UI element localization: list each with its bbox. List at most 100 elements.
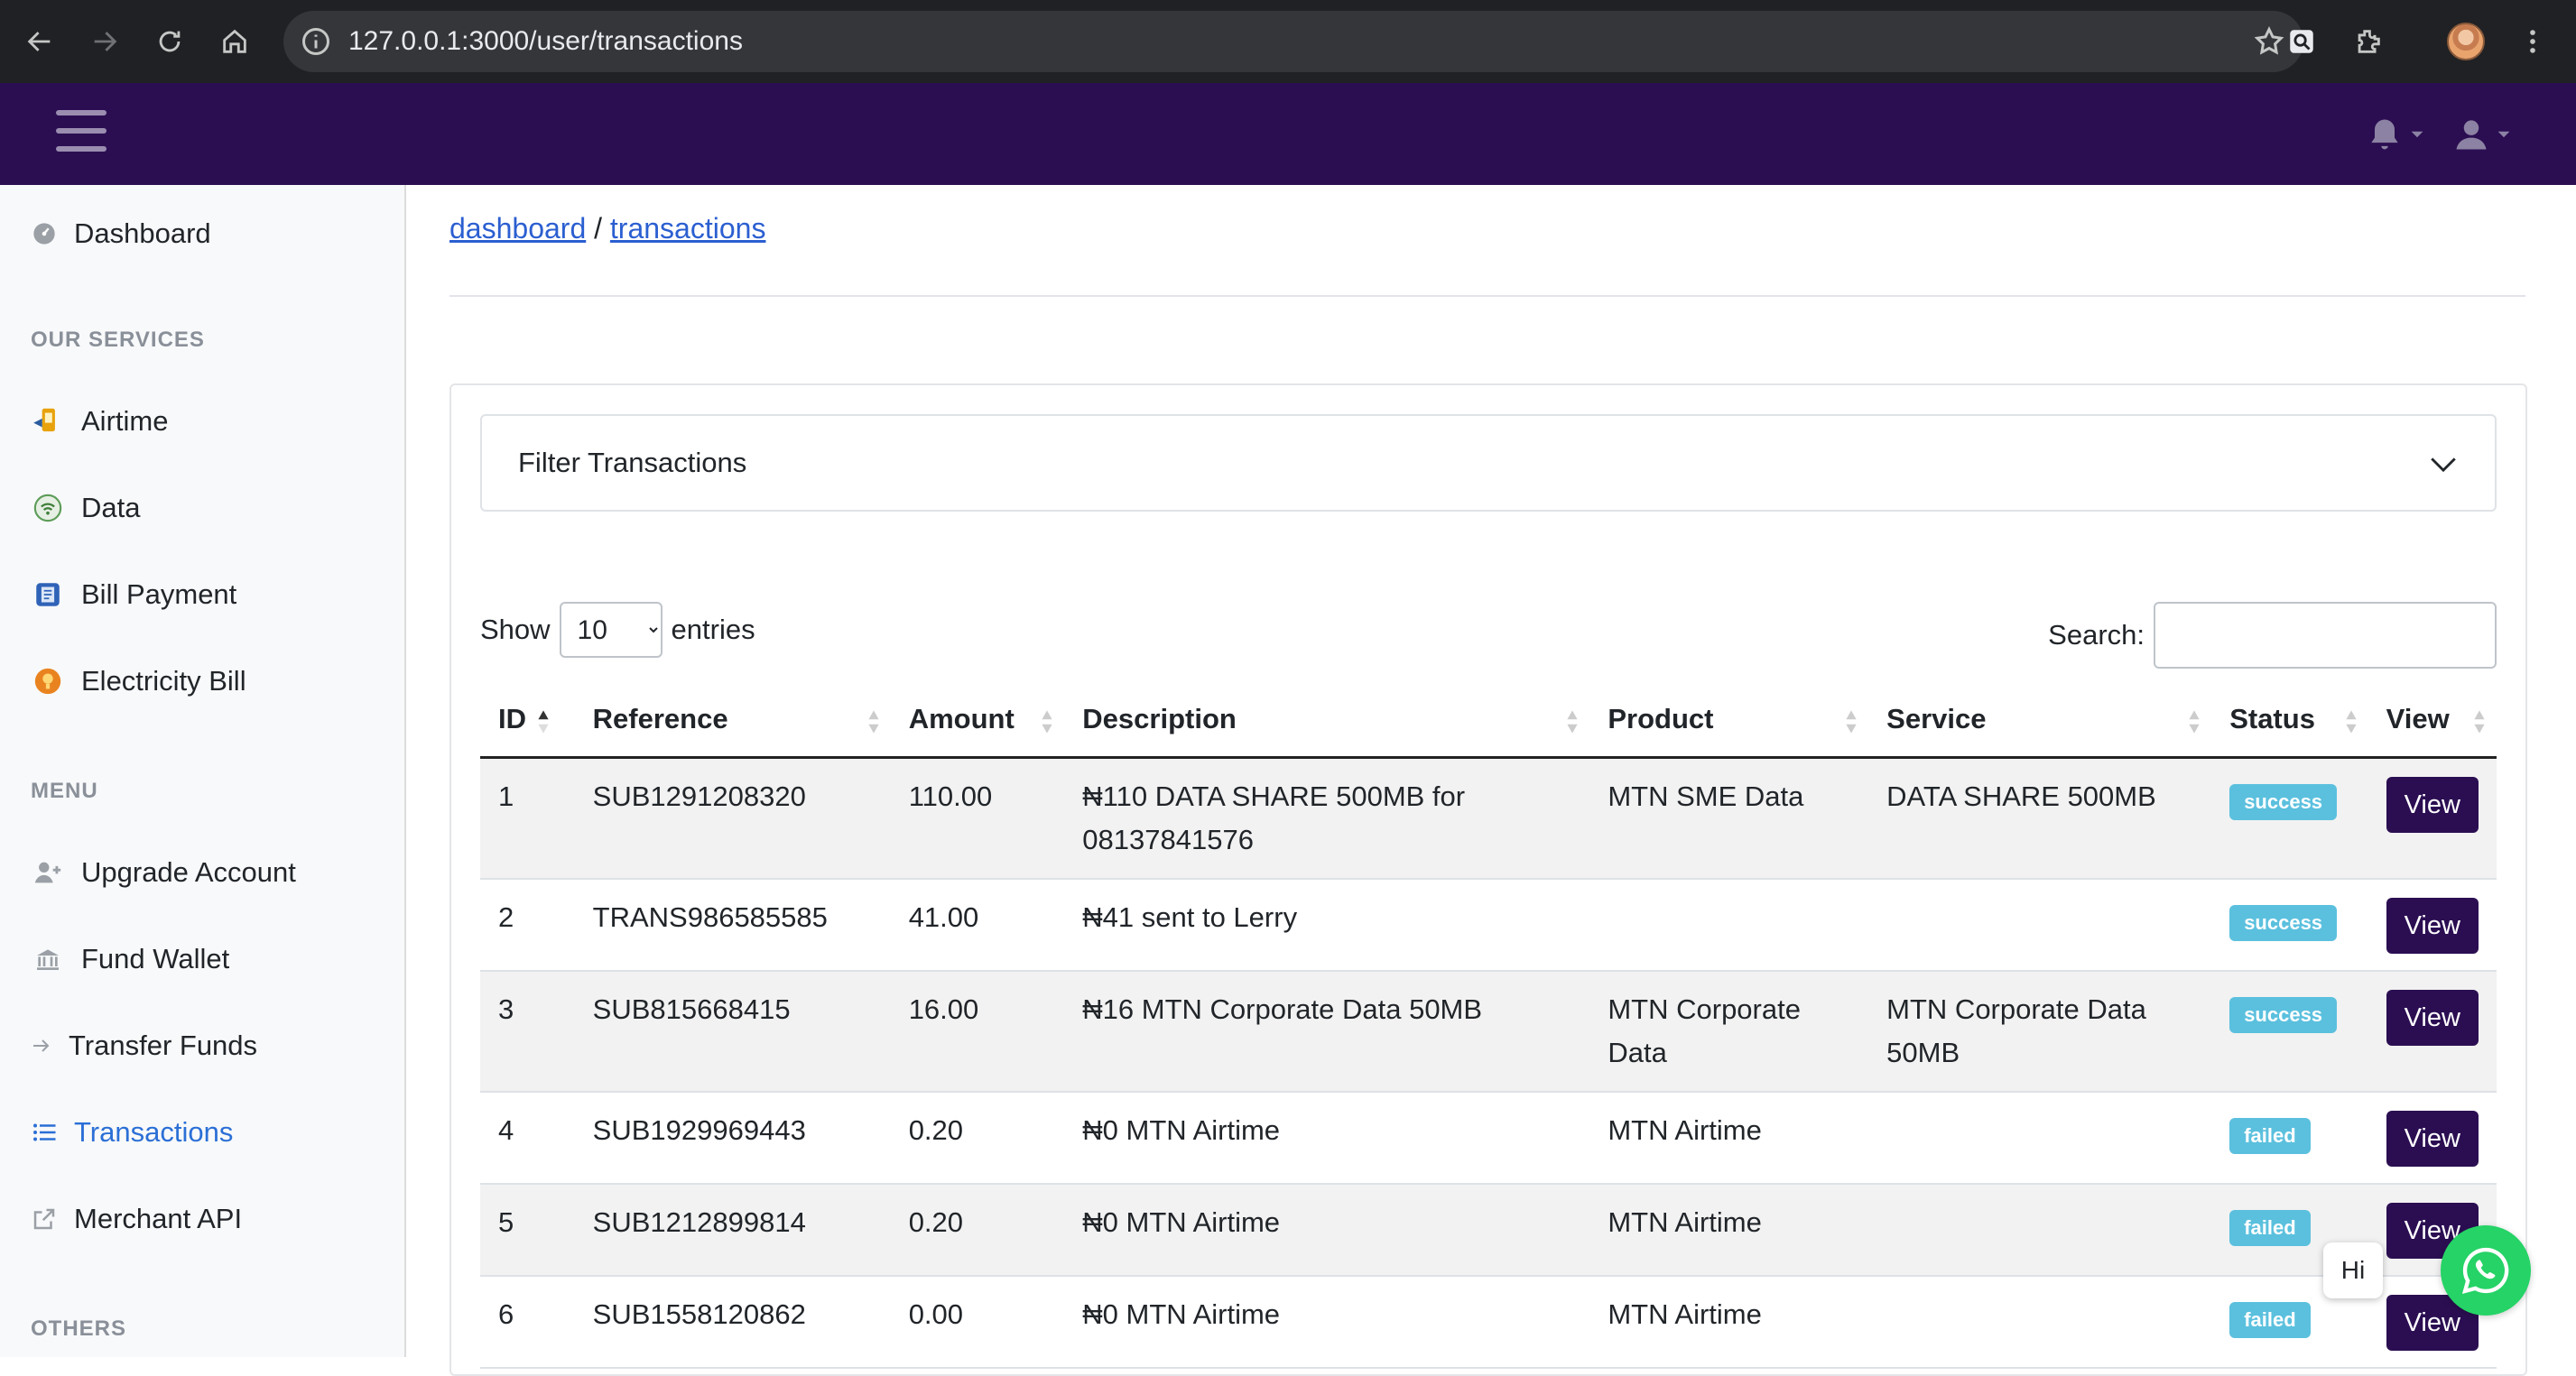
cell-product: MTN Airtime — [1589, 1183, 1869, 1277]
cell-amount: 41.00 — [890, 878, 1065, 972]
electricity-bulb-icon — [31, 664, 65, 698]
cell-description: ₦16 MTN Corporate Data 50MB — [1064, 970, 1590, 1093]
sidebar-item-dashboard[interactable]: Dashboard — [31, 208, 211, 259]
cell-view: View — [2368, 1091, 2497, 1185]
column-header-product[interactable]: Product — [1589, 683, 1869, 759]
user-account-icon[interactable] — [2451, 114, 2511, 155]
view-button[interactable]: View — [2386, 776, 2479, 833]
transactions-table: ID Reference Amount Description Product … — [480, 683, 2497, 1369]
sort-ascending-icon — [538, 710, 549, 734]
profile-avatar[interactable] — [2442, 18, 2489, 65]
sort-icon — [1846, 710, 1857, 734]
sort-icon — [2346, 710, 2357, 734]
back-icon[interactable] — [16, 18, 63, 65]
cell-description: ₦0 MTN Airtime — [1064, 1091, 1590, 1185]
view-button[interactable]: View — [2386, 989, 2479, 1046]
cell-reference: SUB1291208320 — [574, 757, 891, 880]
sidebar-item-transfer-funds[interactable]: Transfer Funds — [31, 1020, 257, 1071]
others-heading: OTHERS — [31, 1316, 127, 1341]
cell-status: failed — [2211, 1091, 2368, 1185]
column-header-amount[interactable]: Amount — [890, 683, 1065, 759]
app-topbar — [0, 83, 2576, 185]
entries-select[interactable]: 10 25 50 100 — [559, 602, 663, 658]
cell-product: MTN Corporate Data — [1589, 970, 1869, 1093]
cell-id: 3 — [480, 970, 575, 1093]
sidebar-item-electricity-bill[interactable]: Electricity Bill — [31, 656, 246, 706]
sort-icon — [868, 710, 879, 734]
column-header-description[interactable]: Description — [1064, 683, 1590, 759]
sidebar-item-bill-payment[interactable]: Bill Payment — [31, 569, 236, 620]
cell-amount: 0.00 — [890, 1275, 1065, 1369]
sidebar-item-label: Electricity Bill — [81, 665, 246, 697]
entries-label: entries — [671, 614, 755, 645]
services-heading: OUR SERVICES — [31, 328, 205, 352]
sidebar: Dashboard OUR SERVICES Airtime Data Bill… — [0, 185, 406, 1357]
show-label: Show — [480, 614, 551, 645]
address-bar[interactable]: 127.0.0.1:3000/user/transactions — [283, 11, 2303, 72]
search-label: Search: — [2048, 619, 2145, 651]
cell-description: ₦41 sent to Lerry — [1064, 878, 1590, 972]
whatsapp-greeting-bubble[interactable]: Hi — [2323, 1242, 2383, 1298]
view-button[interactable]: View — [2386, 897, 2479, 954]
cell-description: ₦0 MTN Airtime — [1064, 1275, 1590, 1369]
cell-reference: SUB815668415 — [574, 970, 891, 1093]
cell-status: success — [2211, 970, 2368, 1093]
lens-search-icon[interactable] — [2278, 18, 2325, 65]
column-header-view[interactable]: View — [2368, 683, 2497, 759]
extensions-icon[interactable] — [2345, 18, 2392, 65]
whatsapp-icon — [2461, 1247, 2509, 1295]
view-button[interactable]: View — [2386, 1110, 2479, 1167]
filter-transactions-accordion[interactable]: Filter Transactions — [480, 414, 2497, 512]
table-row: 3 SUB815668415 16.00 ₦16 MTN Corporate D… — [480, 970, 2497, 1093]
column-header-service[interactable]: Service — [1868, 683, 2212, 759]
sidebar-item-transactions[interactable]: Transactions — [31, 1107, 233, 1158]
breadcrumb-dashboard-link[interactable]: dashboard — [449, 212, 586, 245]
column-header-id[interactable]: ID — [480, 683, 575, 759]
sort-icon — [1042, 710, 1052, 734]
sidebar-item-label: Data — [81, 492, 141, 523]
search-input[interactable] — [2154, 602, 2497, 669]
cell-product: MTN Airtime — [1589, 1275, 1869, 1369]
cell-reference: TRANS986585585 — [574, 878, 891, 972]
cell-service: MTN Corporate Data 50MB — [1868, 970, 2212, 1093]
sidebar-item-data[interactable]: Data — [31, 483, 140, 533]
cell-reference: SUB1929969443 — [574, 1091, 891, 1185]
list-icon — [31, 1115, 58, 1150]
chevron-down-icon — [2431, 457, 2456, 473]
browser-menu-icon[interactable] — [2509, 18, 2556, 65]
sidebar-item-airtime[interactable]: Airtime — [31, 396, 168, 447]
home-icon[interactable] — [211, 18, 258, 65]
whatsapp-chat-button[interactable] — [2441, 1225, 2531, 1316]
cell-description: ₦110 DATA SHARE 500MB for 08137841576 — [1064, 757, 1590, 880]
sidebar-item-label: Dashboard — [74, 217, 211, 249]
url-text[interactable]: 127.0.0.1:3000/user/transactions — [348, 11, 743, 72]
cell-id: 6 — [480, 1275, 575, 1369]
bill-payment-icon — [31, 577, 65, 612]
cell-id: 1 — [480, 757, 575, 880]
hamburger-menu-icon[interactable] — [56, 110, 107, 157]
cell-product — [1589, 878, 1869, 972]
cell-reference: SUB1558120862 — [574, 1275, 891, 1369]
breadcrumb: dashboard / transactions — [449, 212, 765, 245]
cell-service — [1868, 1091, 2212, 1185]
breadcrumb-transactions-link[interactable]: transactions — [610, 212, 766, 245]
browser-toolbar: 127.0.0.1:3000/user/transactions — [0, 0, 2576, 83]
cell-amount: 0.20 — [890, 1183, 1065, 1277]
sidebar-item-fund-wallet[interactable]: Fund Wallet — [31, 934, 229, 984]
notifications-bell-icon[interactable] — [2365, 114, 2424, 155]
site-info-icon[interactable] — [300, 25, 332, 58]
table-search: Search: — [2048, 602, 2497, 669]
sidebar-item-label: Transactions — [74, 1116, 234, 1148]
forward-icon[interactable] — [81, 18, 128, 65]
sidebar-item-upgrade-account[interactable]: Upgrade Account — [31, 847, 296, 898]
status-badge: success — [2229, 783, 2338, 820]
cell-amount: 110.00 — [890, 757, 1065, 880]
sidebar-item-merchant-api[interactable]: Merchant API — [31, 1194, 242, 1244]
cell-product: MTN Airtime — [1589, 1091, 1869, 1185]
status-badge: success — [2229, 996, 2338, 1033]
table-header-row: ID Reference Amount Description Product … — [480, 683, 2497, 759]
reload-icon[interactable] — [146, 18, 193, 65]
column-header-status[interactable]: Status — [2211, 683, 2368, 759]
column-header-reference[interactable]: Reference — [574, 683, 891, 759]
breadcrumb-separator: / — [594, 212, 603, 245]
